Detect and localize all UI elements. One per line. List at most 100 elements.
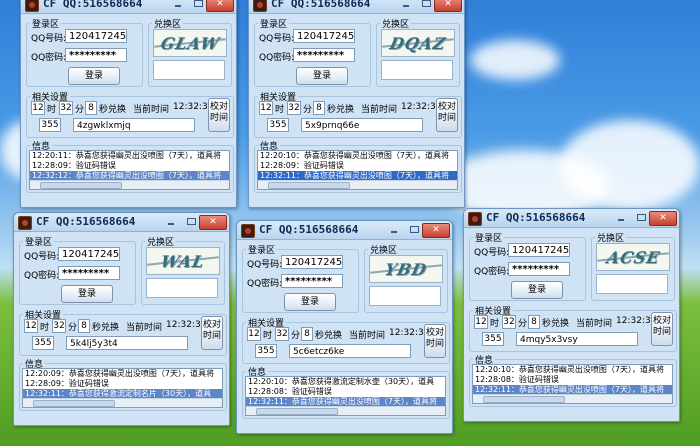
hour-input[interactable]: 12 <box>259 101 273 115</box>
horizontal-scrollbar[interactable] <box>23 398 222 407</box>
maximize-icon[interactable] <box>633 211 649 224</box>
sync-time-button[interactable]: 校对 时间 <box>201 316 223 350</box>
minimize-icon[interactable] <box>613 211 629 224</box>
minute-unit-label: 分 <box>518 319 528 329</box>
minimize-icon[interactable] <box>386 223 402 236</box>
maximize-icon[interactable] <box>183 215 199 228</box>
code-input[interactable]: 5c6etcz6ke <box>289 344 411 358</box>
qq-number-input[interactable]: 120417245 <box>508 243 570 257</box>
maximize-icon[interactable] <box>418 0 434 10</box>
minimize-icon[interactable] <box>398 0 414 10</box>
log-entry: 12:20:10：恭喜您获得幽灵出没喷图（7天），道具将 <box>260 151 450 160</box>
info-log-list[interactable]: 12:20:10：恭喜您获得幽灵出没喷图（7天），道具将 12:28:09：验证… <box>257 150 458 190</box>
sync-time-button[interactable]: 校对 时间 <box>208 98 230 132</box>
login-button[interactable]: 登录 <box>284 293 336 311</box>
captcha-image: GLAW <box>153 29 227 57</box>
count-input[interactable]: 355 <box>255 344 277 358</box>
seconds-input[interactable]: 8 <box>85 101 97 115</box>
sync-time-label-line1: 校对 <box>209 102 228 112</box>
seconds-label: 秒兑换 <box>542 319 570 329</box>
captcha-answer-input[interactable] <box>146 278 218 298</box>
sync-time-button[interactable]: 校对 时间 <box>424 324 446 358</box>
qq-password-input[interactable]: ********* <box>281 274 343 288</box>
info-log-list[interactable]: 12:20:10：恭喜您获得激流定制水壶（30天），道具 12:28:08：验证… <box>245 376 446 416</box>
seconds-input[interactable]: 8 <box>78 319 90 333</box>
code-input[interactable]: 5k4lj5y3t4 <box>66 336 188 350</box>
info-log-list[interactable]: 12:20:09：恭喜您获得幽灵出没喷图（7天），道具将 12:28:09：验证… <box>22 368 223 408</box>
qq-number-label: QQ号码: <box>31 34 67 44</box>
cf-tool-window: CF QQ:516568664 ✕ 登录区 QQ号码: 120417245 QQ… <box>463 208 680 422</box>
code-input[interactable]: 4zgwklxmjq <box>73 118 195 132</box>
qq-number-input[interactable]: 120417245 <box>281 255 343 269</box>
title-bar[interactable]: CF QQ:516568664 ✕ <box>237 221 452 240</box>
title-bar[interactable]: CF QQ:516568664 ✕ <box>464 209 679 228</box>
close-icon[interactable]: ✕ <box>206 0 234 12</box>
login-button[interactable]: 登录 <box>61 285 113 303</box>
maximize-icon[interactable] <box>190 0 206 10</box>
hour-input[interactable]: 12 <box>31 101 45 115</box>
code-input[interactable]: 4mqy5x3vsy <box>516 332 638 346</box>
close-icon[interactable]: ✕ <box>199 215 227 230</box>
count-input[interactable]: 355 <box>482 332 504 346</box>
title-bar[interactable]: CF QQ:516568664 ✕ <box>21 0 236 14</box>
qq-password-label: QQ密码: <box>247 279 283 289</box>
count-input[interactable]: 355 <box>39 118 61 132</box>
minute-input[interactable]: 32 <box>502 315 516 329</box>
count-input[interactable]: 355 <box>267 118 289 132</box>
sync-time-label-line2: 时间 <box>202 331 221 341</box>
seconds-input[interactable]: 8 <box>301 327 313 341</box>
captcha-answer-input[interactable] <box>369 286 441 306</box>
qq-number-input[interactable]: 120417245 <box>65 29 127 43</box>
login-button[interactable]: 登录 <box>296 67 348 85</box>
minute-input[interactable]: 32 <box>275 327 289 341</box>
hour-input[interactable]: 12 <box>474 315 488 329</box>
minimize-icon[interactable] <box>163 215 179 228</box>
qq-password-input[interactable]: ********* <box>65 48 127 62</box>
captcha-answer-input[interactable] <box>381 60 453 80</box>
hour-unit-label: 时 <box>47 105 57 115</box>
qq-password-input[interactable]: ********* <box>293 48 355 62</box>
qq-number-input[interactable]: 120417245 <box>58 247 120 261</box>
hour-input[interactable]: 12 <box>247 327 261 341</box>
count-input[interactable]: 355 <box>32 336 54 350</box>
hour-input[interactable]: 12 <box>24 319 38 333</box>
title-bar[interactable]: CF QQ:516568664 ✕ <box>249 0 464 14</box>
captcha-answer-input[interactable] <box>596 274 668 294</box>
minute-input[interactable]: 32 <box>59 101 73 115</box>
qq-number-input[interactable]: 120417245 <box>293 29 355 43</box>
close-icon[interactable]: ✕ <box>649 211 677 226</box>
qq-password-input[interactable]: ********* <box>58 266 120 280</box>
maximize-icon[interactable] <box>406 223 422 236</box>
seconds-input[interactable]: 8 <box>528 315 540 329</box>
qq-password-input[interactable]: ********* <box>508 262 570 276</box>
title-bar[interactable]: CF QQ:516568664 ✕ <box>14 213 229 232</box>
minute-input[interactable]: 32 <box>287 101 301 115</box>
current-time-label: 当前时间 <box>126 323 163 333</box>
horizontal-scrollbar[interactable] <box>258 180 457 189</box>
close-icon[interactable]: ✕ <box>422 223 450 238</box>
log-entry: 12:28:08：验证码错误 <box>475 375 559 384</box>
close-icon[interactable]: ✕ <box>434 0 462 12</box>
minute-input[interactable]: 32 <box>52 319 66 333</box>
horizontal-scrollbar[interactable] <box>30 180 229 189</box>
minimize-icon[interactable] <box>170 0 186 10</box>
captcha-answer-input[interactable] <box>153 60 225 80</box>
captcha-image: ACSE <box>596 243 670 271</box>
login-button[interactable]: 登录 <box>68 67 120 85</box>
seconds-label: 秒兑换 <box>99 105 127 115</box>
sync-time-button[interactable]: 校对 时间 <box>651 312 673 346</box>
info-log-list[interactable]: 12:20:11：恭喜您获得幽灵出没喷图（7天），道具将 12:28:09：验证… <box>29 150 230 190</box>
window-title: CF QQ:516568664 <box>486 211 586 224</box>
horizontal-scrollbar[interactable] <box>246 406 445 415</box>
sync-time-label-line1: 校对 <box>425 328 444 338</box>
window-title: CF QQ:516568664 <box>271 0 371 10</box>
sync-time-button[interactable]: 校对 时间 <box>436 98 458 132</box>
info-log-list[interactable]: 12:20:10：恭喜您获得幽灵出没喷图（7天），道具将 12:28:08：验证… <box>472 364 673 404</box>
seconds-input[interactable]: 8 <box>313 101 325 115</box>
horizontal-scrollbar[interactable] <box>473 394 672 403</box>
app-icon <box>468 212 482 226</box>
code-input[interactable]: 5x9prnq66e <box>301 118 423 132</box>
login-button[interactable]: 登录 <box>511 281 563 299</box>
sync-time-label-line1: 校对 <box>652 316 671 326</box>
log-entry: 12:20:09：恭喜您获得幽灵出没喷图（7天），道具将 <box>25 369 215 378</box>
